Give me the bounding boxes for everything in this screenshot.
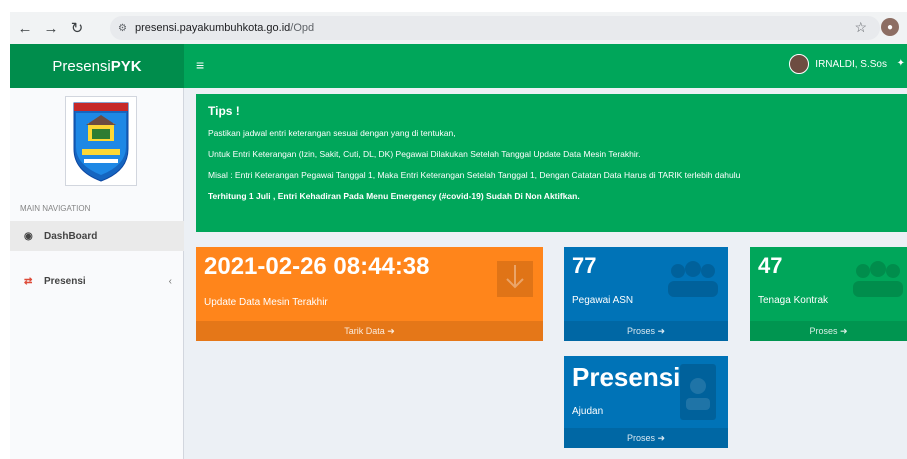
tips-line: Misal : Entri Keterangan Pegawai Tanggal… [208, 170, 741, 180]
gear-icon[interactable]: ✦ [897, 58, 905, 69]
sidebar-item-presensi[interactable]: ⇄ Presensi ‹ [10, 266, 184, 296]
presensi-proses-link[interactable]: Proses ➜ [564, 428, 728, 448]
sidebar-item-label: DashBoard [44, 230, 98, 242]
city-emblem-logo [65, 96, 137, 186]
kontrak-label: Tenaga Kontrak [758, 295, 829, 306]
tips-notice: Terhitung 1 Juli , Entri Kehadiran Pada … [208, 191, 580, 201]
asn-proses-label: Proses [626, 326, 655, 336]
exchange-icon: ⇄ [24, 275, 33, 287]
last-update-label: Update Data Mesin Terakhir [204, 297, 328, 308]
tips-title: Tips ! [208, 104, 240, 118]
avatar [789, 54, 810, 74]
forward-icon[interactable]: → [40, 17, 62, 39]
reload-icon[interactable]: ↻ [66, 17, 88, 39]
pegawai-asn-box: 77 Pegawai ASN Proses ➜ [564, 247, 728, 341]
site-settings-icon[interactable]: ⚙ [118, 23, 127, 34]
back-icon[interactable]: ← [14, 17, 36, 39]
presensi-title: Presensi [572, 362, 681, 392]
kontrak-count: 47 [758, 253, 783, 278]
url-path: /Opd [290, 22, 315, 34]
bookmark-star-icon[interactable]: ☆ [854, 19, 867, 36]
id-badge-icon [678, 362, 718, 427]
presensi-label: Ajudan [572, 406, 604, 417]
tips-line: Pastikan jadwal entri keterangan sesuai … [208, 128, 456, 138]
sidebar: MAIN NAVIGATION ◉ DashBoard ⇄ Presensi ‹ [10, 88, 184, 459]
tarik-data-link[interactable]: Tarik Data ➜ [196, 321, 543, 341]
last-update-value: 2021-02-26 08:44:38 [204, 253, 430, 280]
presensi-ajudan-box: Presensi Ajudan Proses ➜ [564, 356, 728, 448]
kontrak-proses-label: Proses [809, 326, 838, 336]
users-icon [664, 261, 722, 302]
sidebar-item-label: Presensi [44, 275, 86, 287]
user-menu[interactable]: IRNALDI, S.Sos [789, 54, 887, 74]
tarik-data-label: Tarik Data [344, 326, 385, 336]
url-host: presensi.payakumbuhkota.go.id [134, 22, 291, 34]
presensi-proses-label: Proses [626, 433, 655, 443]
logo-prefix: Presensi [52, 57, 111, 75]
browser-window: ← → ↻ ⚙ presensi.payakumbuhkota.go.id /O… [10, 12, 907, 459]
extension-icon[interactable]: ● [881, 18, 899, 36]
nav-heading: MAIN NAVIGATION [20, 204, 91, 213]
asn-count: 77 [572, 253, 597, 278]
logo-suffix: PYK [110, 57, 142, 75]
arrow-circle-right-icon: ➜ [387, 325, 395, 336]
dashboard-icon: ◉ [24, 230, 33, 242]
users-icon [849, 261, 907, 302]
kontrak-proses-link[interactable]: Proses ➜ [750, 321, 907, 341]
tenaga-kontrak-box: 47 Tenaga Kontrak Proses ➜ [750, 247, 907, 341]
arrow-circle-right-icon: ➜ [657, 432, 666, 443]
sidebar-toggle-icon[interactable]: ≡ [196, 57, 204, 73]
asn-proses-link[interactable]: Proses ➜ [564, 321, 728, 341]
user-name: IRNALDI, S.Sos [815, 58, 887, 70]
sidebar-item-dashboard[interactable]: ◉ DashBoard [10, 221, 184, 251]
app-logo[interactable]: Presensi PYK [10, 44, 184, 88]
app-header: Presensi PYK ≡ IRNALDI, S.Sos ✦ [10, 44, 907, 88]
tips-line: Untuk Entri Keterangan (Izin, Sakit, Cut… [208, 149, 641, 159]
tips-callout: Tips ! Pastikan jadwal entri keterangan … [196, 94, 907, 232]
address-bar[interactable]: ⚙ presensi.payakumbuhkota.go.id /Opd [110, 16, 880, 40]
download-icon [495, 259, 535, 304]
arrow-circle-right-icon: ➜ [657, 325, 666, 336]
arrow-circle-right-icon: ➜ [839, 325, 848, 336]
asn-label: Pegawai ASN [572, 295, 634, 306]
chevron-left-icon: ‹ [168, 275, 172, 287]
browser-toolbar: ← → ↻ ⚙ presensi.payakumbuhkota.go.id /O… [10, 12, 907, 44]
update-data-box: 2021-02-26 08:44:38 Update Data Mesin Te… [196, 247, 543, 341]
